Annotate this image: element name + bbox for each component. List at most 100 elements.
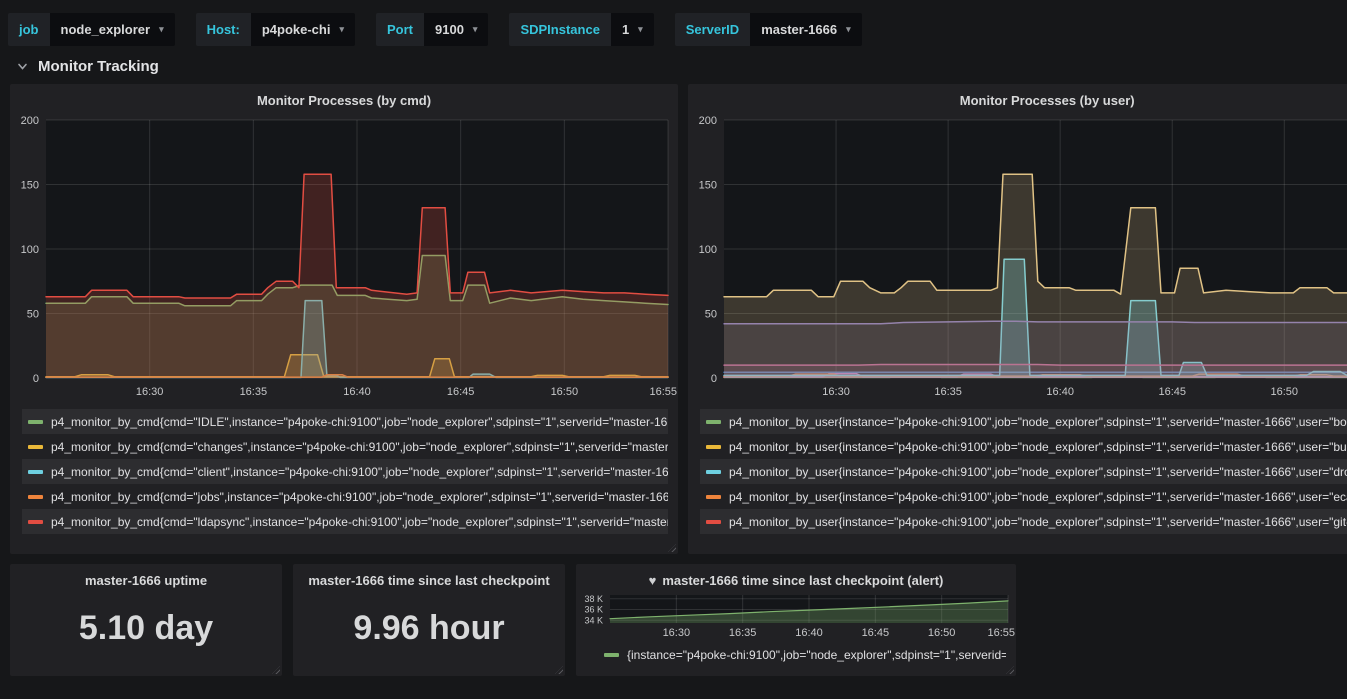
- svg-text:16:45: 16:45: [862, 627, 890, 639]
- variable-serverid-current: master-1666: [761, 22, 838, 37]
- legend-series-swatch: [604, 653, 619, 657]
- chart-legend-by-user: p4_monitor_by_user{instance="p4poke-chi:…: [688, 404, 1347, 534]
- variable-job-dropdown[interactable]: node_explorer ▾: [49, 13, 175, 46]
- panel-monitor-by-cmd: Monitor Processes (by cmd) 0 50 100 150 200 1…: [10, 84, 678, 554]
- row-monitor-tracking[interactable]: Monitor Tracking: [0, 55, 1347, 84]
- variable-serverid: ServerID master-1666 ▾: [674, 13, 862, 46]
- svg-text:16:50: 16:50: [1271, 386, 1299, 398]
- svg-text:16:45: 16:45: [1158, 386, 1186, 398]
- legend-series-swatch: [28, 469, 43, 474]
- legend-series-label: p4_monitor_by_user{instance="p4poke-chi:…: [729, 464, 1347, 479]
- dropdown-caret-icon: ▾: [846, 24, 851, 34]
- svg-text:16:45: 16:45: [447, 386, 475, 398]
- legend-series-swatch: [706, 469, 721, 474]
- variable-host-dropdown[interactable]: p4poke-chi ▾: [250, 13, 355, 46]
- panel-checkpoint-alert: ♥ master-1666 time since last checkpoint…: [576, 564, 1016, 676]
- chevron-down-icon: [18, 63, 27, 70]
- legend-series-label: p4_monitor_by_user{instance="p4poke-chi:…: [729, 514, 1347, 529]
- panel-title-uptime[interactable]: master-1666 uptime: [10, 564, 282, 592]
- variable-serverid-dropdown[interactable]: master-1666 ▾: [750, 13, 862, 46]
- svg-text:200: 200: [699, 115, 717, 127]
- legend-item[interactable]: p4_monitor_by_user{instance="p4poke-chi:…: [700, 409, 1347, 434]
- dropdown-caret-icon: ▾: [339, 24, 344, 34]
- legend-item[interactable]: {instance="p4poke-chi:9100",job="node_ex…: [598, 645, 1006, 665]
- chart-legend-by-cmd: p4_monitor_by_cmd{cmd="IDLE",instance="p…: [10, 404, 678, 534]
- variable-job-label: job: [8, 13, 50, 46]
- legend-series-label: p4_monitor_by_cmd{cmd="ldapsync",instanc…: [51, 514, 668, 529]
- legend-series-swatch: [706, 444, 721, 449]
- variable-host: Host: p4poke-chi ▾: [195, 13, 355, 46]
- variable-job: job node_explorer ▾: [8, 13, 175, 46]
- svg-text:16:40: 16:40: [343, 386, 371, 398]
- svg-text:16:30: 16:30: [822, 386, 850, 398]
- legend-series-label: p4_monitor_by_cmd{cmd="client",instance=…: [51, 464, 668, 479]
- bottom-row: master-1666 uptime 5.10 day master-1666 …: [0, 554, 1347, 676]
- variable-port: Port 9100 ▾: [376, 13, 489, 46]
- panel-resize-handle[interactable]: [1006, 666, 1014, 674]
- variable-sdpinstance-label: SDPInstance: [509, 13, 611, 46]
- svg-text:16:55: 16:55: [649, 386, 677, 398]
- legend-item[interactable]: p4_monitor_by_cmd{cmd="IDLE",instance="p…: [22, 409, 668, 434]
- panel-resize-handle[interactable]: [555, 666, 563, 674]
- svg-text:16:35: 16:35: [729, 627, 757, 639]
- svg-text:38 K: 38 K: [584, 594, 603, 604]
- uptime-value: 5.10 day: [78, 609, 214, 647]
- legend-series-label: p4_monitor_by_cmd{cmd="jobs",instance="p…: [51, 489, 668, 504]
- legend-item[interactable]: p4_monitor_by_user{instance="p4poke-chi:…: [700, 434, 1347, 459]
- svg-text:50: 50: [27, 309, 39, 321]
- legend-series-swatch: [706, 419, 721, 424]
- variable-port-label: Port: [376, 13, 424, 46]
- svg-text:36 K: 36 K: [584, 605, 603, 615]
- svg-text:150: 150: [21, 180, 39, 192]
- graphs-row: Monitor Processes (by cmd) 0 50 100 150 200 1…: [0, 84, 1347, 554]
- legend-series-label: p4_monitor_by_user{instance="p4poke-chi:…: [729, 439, 1347, 454]
- legend-series-swatch: [28, 444, 43, 449]
- panel-uptime: master-1666 uptime 5.10 day: [10, 564, 282, 676]
- variable-sdpinstance-current: 1: [621, 22, 630, 37]
- svg-text:200: 200: [21, 115, 39, 127]
- variable-port-current: 9100: [435, 22, 464, 37]
- variable-port-dropdown[interactable]: 9100 ▾: [424, 13, 489, 46]
- legend-series-label: p4_monitor_by_cmd{cmd="IDLE",instance="p…: [51, 414, 668, 429]
- variable-host-label: Host:: [195, 13, 251, 46]
- legend-item[interactable]: p4_monitor_by_cmd{cmd="client",instance=…: [22, 459, 668, 484]
- variable-serverid-label: ServerID: [674, 13, 751, 46]
- legend-series-swatch: [28, 519, 43, 524]
- svg-text:150: 150: [699, 180, 717, 192]
- panel-checkpoint: master-1666 time since last checkpoint 9…: [293, 564, 565, 676]
- legend-item[interactable]: p4_monitor_by_user{instance="p4poke-chi:…: [700, 484, 1347, 509]
- svg-text:16:30: 16:30: [136, 386, 164, 398]
- panel-title-by-user[interactable]: Monitor Processes (by user): [688, 84, 1347, 112]
- alert-title-text: master-1666 time since last checkpoint (…: [662, 573, 944, 588]
- legend-series-swatch: [706, 519, 721, 524]
- legend-item[interactable]: p4_monitor_by_cmd{cmd="ldapsync",instanc…: [22, 509, 668, 534]
- svg-text:16:40: 16:40: [795, 627, 823, 639]
- panel-title-checkpoint-alert[interactable]: ♥ master-1666 time since last checkpoint…: [576, 564, 1016, 592]
- legend-item[interactable]: p4_monitor_by_cmd{cmd="changes",instance…: [22, 434, 668, 459]
- legend-item[interactable]: p4_monitor_by_user{instance="p4poke-chi:…: [700, 459, 1347, 484]
- dropdown-caret-icon: ▾: [472, 24, 478, 34]
- panel-resize-handle[interactable]: [272, 666, 280, 674]
- panel-resize-handle[interactable]: [668, 544, 676, 552]
- alert-heart-icon: ♥: [648, 573, 657, 588]
- checkpoint-alert-sparkline[interactable]: 34 K36 K38 K 16:30 16:35 16:40 16:45 16:50 16:…: [576, 592, 1016, 640]
- dropdown-caret-icon: ▾: [159, 24, 164, 34]
- panel-title-checkpoint[interactable]: master-1666 time since last checkpoint: [293, 564, 565, 592]
- svg-text:0: 0: [33, 373, 39, 385]
- legend-item[interactable]: p4_monitor_by_cmd{cmd="jobs",instance="p…: [22, 484, 668, 509]
- variable-host-current: p4poke-chi: [261, 22, 331, 37]
- svg-text:50: 50: [705, 309, 717, 321]
- variable-sdpinstance-dropdown[interactable]: 1 ▾: [610, 13, 654, 46]
- time-series-chart-by-cmd[interactable]: 0 50 100 150 200 16:30 16:35 16:40 16:45 16:50 16:…: [10, 112, 678, 404]
- grafana-dashboard: { "colors":{ "page_background":"#161719"…: [0, 0, 1347, 699]
- variable-job-current: node_explorer: [60, 22, 151, 37]
- alert-chart-legend: {instance="p4poke-chi:9100",job="node_ex…: [576, 640, 1016, 665]
- time-series-chart-by-user[interactable]: 05010015020016:3016:3516:4016:4516:5016:…: [688, 112, 1347, 404]
- svg-text:16:55: 16:55: [987, 627, 1015, 639]
- panel-monitor-by-user: Monitor Processes (by user) 0 50 100 150 200…: [688, 84, 1347, 554]
- legend-series-swatch: [28, 494, 43, 499]
- legend-item[interactable]: p4_monitor_by_user{instance="p4poke-chi:…: [700, 509, 1347, 534]
- panel-title-by-cmd[interactable]: Monitor Processes (by cmd): [10, 84, 678, 112]
- legend-series-label: p4_monitor_by_cmd{cmd="changes",instance…: [51, 439, 668, 454]
- svg-text:16:35: 16:35: [240, 386, 268, 398]
